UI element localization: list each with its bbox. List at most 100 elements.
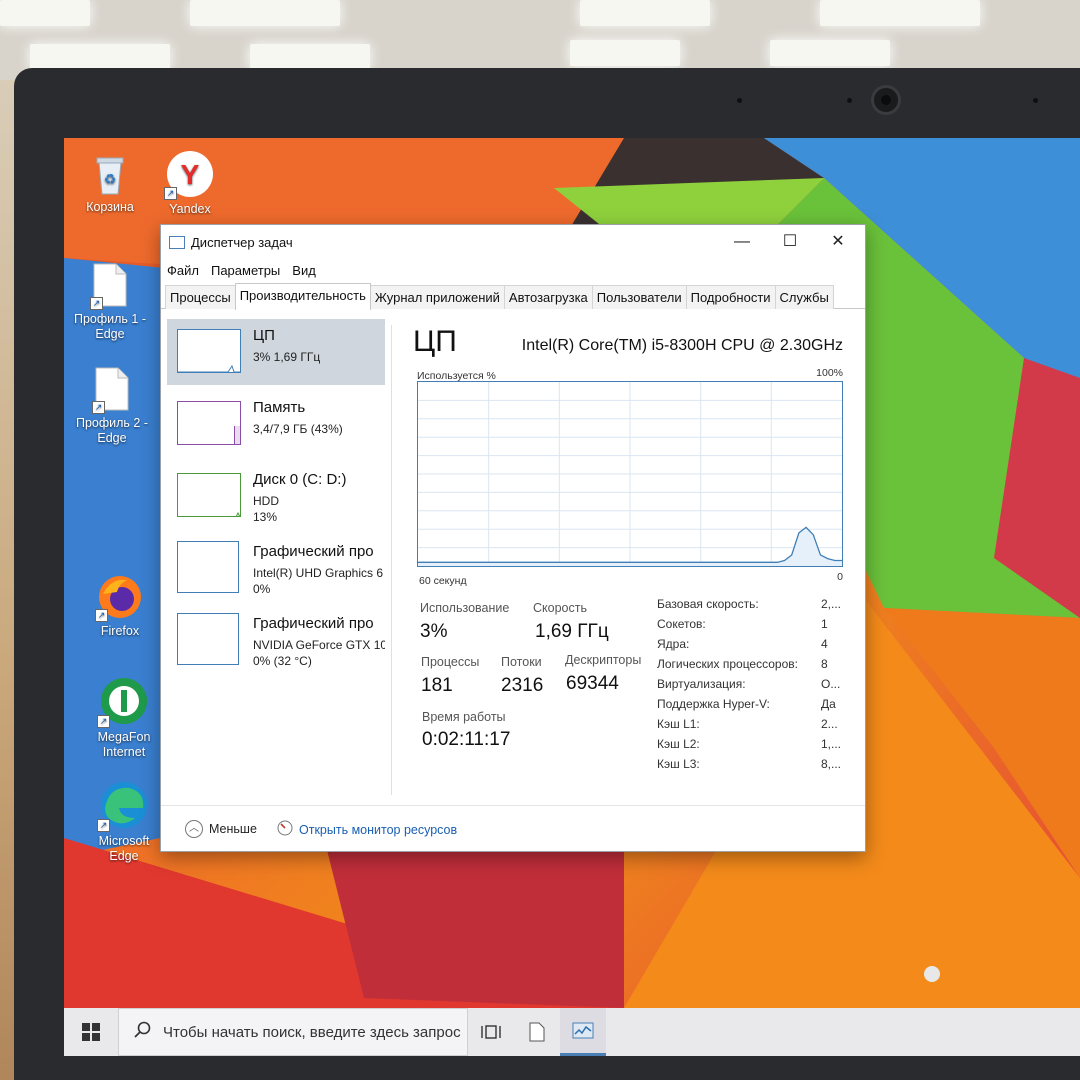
taskbar: Чтобы начать поиск, введите здесь запрос: [64, 1008, 1080, 1056]
resource-item-gpu-1[interactable]: Графический про NVIDIA GeForce GTX 10 0%…: [167, 607, 385, 673]
taskbar-file-button[interactable]: [514, 1008, 560, 1056]
desktop-icon-label: Корзина: [86, 200, 134, 214]
bezel-sensor: [737, 98, 742, 103]
task-view-button[interactable]: [468, 1008, 514, 1056]
spec-value: 4: [821, 637, 828, 651]
resource-title: Диск 0 (C: D:): [253, 471, 347, 488]
bezel-sensor: [847, 98, 852, 103]
spec-label: Логических процессоров:: [657, 657, 798, 671]
close-button[interactable]: ✕: [815, 229, 861, 255]
taskbar-task-manager-button[interactable]: [560, 1008, 606, 1056]
resource-subtitle: HDD 13%: [253, 493, 279, 525]
ceiling-lamp: [30, 44, 170, 70]
svg-text:♻: ♻: [104, 171, 117, 187]
usage-value: 3%: [420, 621, 448, 642]
minimize-icon: —: [734, 233, 750, 250]
bezel-sensor: [1033, 98, 1038, 103]
desktop-icon-profile-1-edge[interactable]: ↗ Профиль 1 - Edge: [64, 262, 156, 342]
spec-value: 8: [821, 657, 828, 671]
resource-subtitle: 3% 1,69 ГГц: [253, 350, 321, 364]
resource-list: ЦП 3% 1,69 ГГц Память 3,4/7,9 ГБ (43%) Д…: [167, 319, 385, 787]
taskbar-search-box[interactable]: Чтобы начать поиск, введите здесь запрос: [118, 1008, 468, 1056]
spec-label: Кэш L2:: [657, 737, 700, 751]
spec-label: Сокетов:: [657, 617, 706, 631]
ceiling-lamp: [770, 40, 890, 66]
maximize-button[interactable]: ☐: [767, 229, 813, 255]
spec-label: Ядра:: [657, 637, 690, 651]
fewer-details-button[interactable]: ︿ Меньше: [185, 820, 257, 838]
search-icon: [133, 1021, 151, 1043]
shortcut-arrow-icon: ↗: [97, 819, 110, 832]
desktop-icon-yandex[interactable]: Y ↗ Yandex: [144, 150, 236, 217]
spec-label: Базовая скорость:: [657, 597, 759, 611]
speed-value: 1,69 ГГц: [535, 621, 609, 642]
ceiling-lamp: [570, 40, 680, 66]
menu-file[interactable]: Файл: [167, 263, 199, 278]
svg-text:Y: Y: [181, 159, 200, 190]
spec-value: О...: [821, 677, 841, 691]
shortcut-arrow-icon: ↗: [90, 297, 103, 310]
resource-subtitle: 3,4/7,9 ГБ (43%): [253, 422, 343, 436]
uptime-label: Время работы: [422, 710, 506, 724]
task-manager-icon: [572, 1022, 594, 1038]
spec-value: 2...: [821, 717, 838, 731]
desktop-icon-megafon[interactable]: ↗ MegaFon Internet: [78, 676, 170, 760]
open-resource-monitor-link[interactable]: Открыть монитор ресурсов: [277, 820, 457, 839]
resource-title: ЦП: [253, 327, 275, 344]
resource-line: 0% (32 °C): [253, 654, 312, 668]
resource-line: 0%: [253, 582, 271, 596]
spec-value: 8,...: [821, 757, 842, 771]
desktop-icon-microsoft-edge[interactable]: ↗ Microsoft Edge: [78, 780, 170, 864]
cpu-usage-graph: [417, 381, 843, 567]
menu-bar: Файл Параметры Вид: [161, 259, 865, 281]
resource-line: NVIDIA GeForce GTX 10: [253, 638, 385, 652]
maximize-icon: ☐: [782, 233, 798, 250]
tab-performance[interactable]: Производительность: [234, 283, 371, 310]
spec-value: 1: [821, 617, 828, 631]
shortcut-arrow-icon: ↗: [97, 715, 110, 728]
tab-users[interactable]: Пользователи: [591, 285, 687, 309]
megafon-icon: ↗: [97, 676, 149, 728]
tab-details[interactable]: Подробности: [685, 285, 776, 309]
menu-view[interactable]: Вид: [292, 263, 316, 278]
start-button[interactable]: [64, 1008, 118, 1056]
ceiling-lamp: [250, 44, 370, 70]
resource-line: 13%: [253, 510, 278, 524]
resource-item-memory[interactable]: Память 3,4/7,9 ГБ (43%): [167, 391, 385, 457]
resource-line: HDD: [253, 494, 279, 508]
resource-line: Intel(R) UHD Graphics 6: [253, 566, 384, 580]
spec-label: Кэш L3:: [657, 757, 700, 771]
fewer-details-label: Меньше: [209, 822, 257, 836]
resource-monitor-label: Открыть монитор ресурсов: [299, 822, 458, 837]
desktop-icon-recycle-bin[interactable]: ♻ Корзина: [64, 152, 156, 215]
pane-divider: [391, 325, 392, 795]
spec-label: Виртуализация:: [657, 677, 746, 691]
tab-startup[interactable]: Автозагрузка: [503, 285, 593, 309]
shortcut-arrow-icon: ↗: [95, 609, 108, 622]
desktop-icon-label: Профиль 2 - Edge: [75, 416, 149, 445]
graph-max-label: 100%: [816, 367, 843, 379]
gpu-1-thumbnail: [177, 613, 239, 665]
resource-subtitle: Intel(R) UHD Graphics 6 0%: [253, 565, 383, 597]
resource-title: Память: [253, 399, 306, 416]
desktop-icon-firefox[interactable]: ↗ Firefox: [74, 574, 166, 639]
resource-item-cpu[interactable]: ЦП 3% 1,69 ГГц: [167, 319, 385, 385]
processes-value: 181: [421, 675, 453, 696]
resource-item-disk[interactable]: Диск 0 (C: D:) HDD 13%: [167, 463, 385, 529]
handles-label: Дескрипторы: [565, 653, 642, 667]
tab-processes[interactable]: Процессы: [165, 285, 236, 309]
minimize-button[interactable]: —: [719, 229, 765, 255]
processes-label: Процессы: [421, 655, 480, 669]
desktop-icon-label: Firefox: [100, 624, 140, 638]
window-titlebar[interactable]: Диспетчер задач — ☐ ✕: [161, 225, 865, 259]
resource-item-gpu-0[interactable]: Графический про Intel(R) UHD Graphics 6 …: [167, 535, 385, 601]
tab-strip: Процессы Производительность Журнал прило…: [161, 283, 865, 310]
chevron-up-icon: ︿: [185, 820, 203, 838]
tab-app-history[interactable]: Журнал приложений: [369, 285, 505, 309]
menu-options[interactable]: Параметры: [211, 263, 280, 278]
cpu-usage-chart: [418, 382, 842, 566]
usage-label: Использование: [420, 601, 510, 615]
desktop-icon-profile-2-edge[interactable]: ↗ Профиль 2 - Edge: [66, 366, 158, 446]
tab-services[interactable]: Службы: [774, 285, 834, 309]
recycle-bin-icon: ♻: [91, 152, 129, 196]
